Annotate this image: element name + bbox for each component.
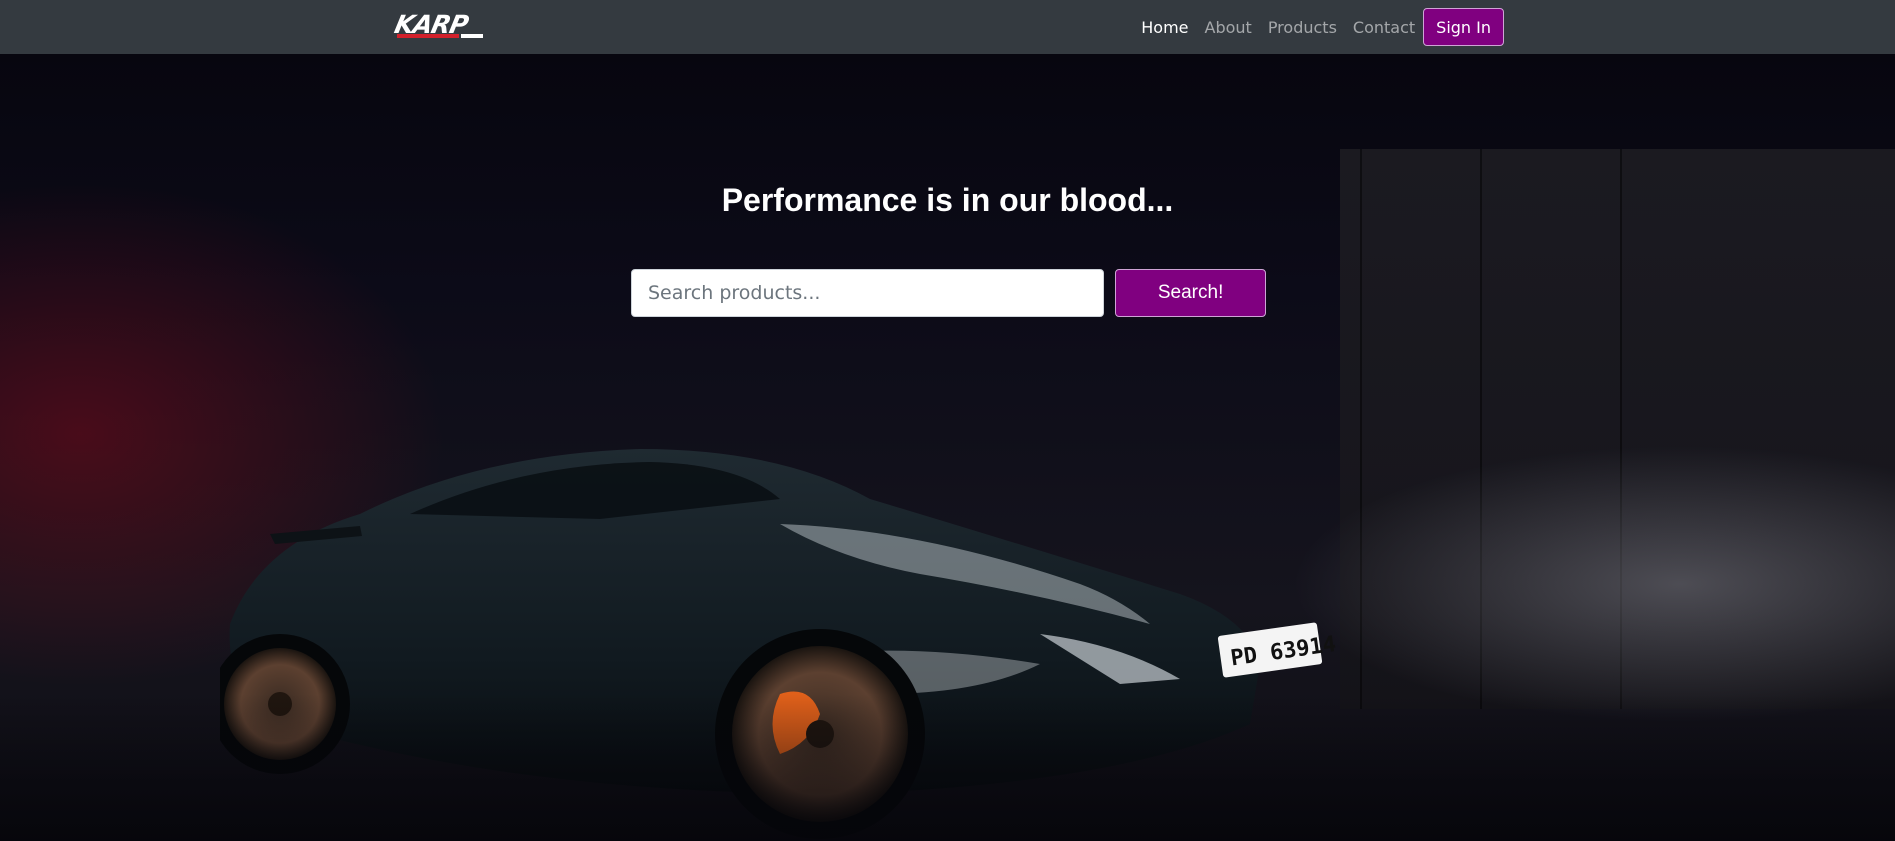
hero-section: PD 63914 Performance is in our blood... … — [0, 54, 1895, 841]
nav-link-home[interactable]: Home — [1133, 18, 1196, 37]
nav-links: Home About Products Contact Sign In — [1133, 8, 1504, 46]
hero-title: Performance is in our blood... — [721, 182, 1174, 218]
search-button[interactable]: Search! — [1115, 269, 1266, 317]
sign-in-button[interactable]: Sign In — [1423, 8, 1504, 46]
nav-link-products[interactable]: Products — [1260, 18, 1345, 37]
floor-shadow — [0, 694, 1895, 841]
brand-logo-stripe-white — [461, 34, 483, 38]
brand-logo-stripe — [397, 34, 459, 38]
search-form: Search! — [631, 269, 1266, 317]
nav-link-about[interactable]: About — [1197, 18, 1260, 37]
search-input[interactable] — [631, 269, 1105, 317]
brand-logo[interactable]: KARP — [392, 10, 495, 42]
nav-link-contact[interactable]: Contact — [1345, 18, 1423, 37]
navbar: KARP Home About Products Contact Sign In — [0, 0, 1895, 54]
